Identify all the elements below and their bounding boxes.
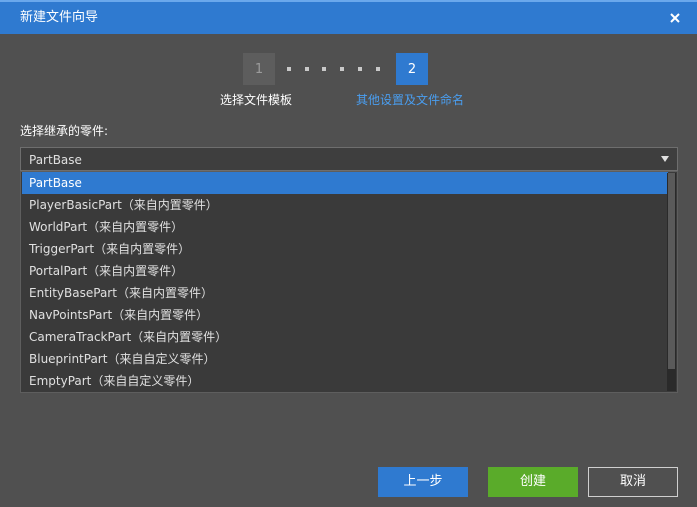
dropdown-option[interactable]: NavPointsPart（来自内置零件）	[22, 304, 668, 326]
step-dot	[376, 67, 380, 71]
dropdown-option[interactable]: TriggerPart（来自内置零件）	[22, 238, 668, 260]
dropdown-option[interactable]: PartBase	[22, 172, 668, 194]
step-2-label: 其他设置及文件命名	[356, 93, 465, 107]
parent-part-select[interactable]: PartBase	[20, 147, 678, 171]
dropdown-option[interactable]: PortalPart（来自内置零件）	[22, 260, 668, 282]
create-button[interactable]: 创建	[488, 467, 578, 497]
parent-part-dropdown: PartBase PlayerBasicPart（来自内置零件） WorldPa…	[20, 171, 678, 393]
cancel-button[interactable]: 取消	[588, 467, 678, 497]
step-dot	[358, 67, 362, 71]
title-bar: 新建文件向导	[0, 0, 697, 34]
dropdown-scrollbar[interactable]	[667, 173, 676, 391]
step-dot	[340, 67, 344, 71]
dropdown-option[interactable]: WorldPart（来自内置零件）	[22, 216, 668, 238]
close-button[interactable]	[667, 10, 683, 26]
scrollbar-thumb[interactable]	[668, 173, 675, 369]
step-dot	[287, 67, 291, 71]
step-dot	[322, 67, 326, 71]
previous-step-button[interactable]: 上一步	[378, 467, 468, 497]
step-1-box: 1	[243, 53, 275, 85]
dropdown-option[interactable]: EmptyPart（来自自定义零件）	[22, 370, 668, 392]
dropdown-option[interactable]: BlueprintPart（来自自定义零件）	[22, 348, 668, 370]
dropdown-option[interactable]: EntityBasePart（来自内置零件）	[22, 282, 668, 304]
window-title: 新建文件向导	[20, 10, 99, 25]
dropdown-option[interactable]: CameraTrackPart（来自内置零件）	[22, 326, 668, 348]
close-icon	[670, 13, 680, 23]
parent-part-selected-value: PartBase	[29, 153, 82, 167]
dropdown-option[interactable]: PlayerBasicPart（来自内置零件）	[22, 194, 668, 216]
chevron-down-icon	[661, 156, 669, 162]
step-dot	[305, 67, 309, 71]
step-1-label: 选择文件模板	[220, 93, 293, 107]
step-2-box: 2	[396, 53, 428, 85]
parent-part-label: 选择继承的零件:	[20, 124, 109, 138]
